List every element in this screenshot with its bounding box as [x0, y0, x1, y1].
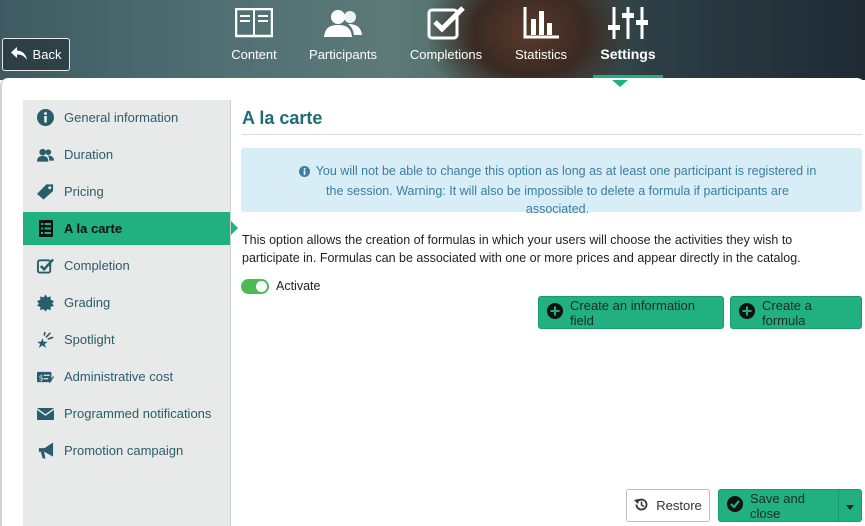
sidebar-item-duration[interactable]: Duration	[23, 138, 230, 171]
tab-completions-label: Completions	[409, 47, 483, 62]
info-icon	[298, 164, 310, 182]
sliders-icon	[608, 4, 648, 42]
info-alert-text: You will not be able to change this opti…	[315, 164, 817, 216]
sidebar-item-label: General information	[64, 110, 179, 125]
megaphone-icon	[37, 442, 54, 459]
sidebar-item-label: Pricing	[64, 184, 104, 199]
money-icon: $	[37, 368, 54, 385]
info-alert: You will not be able to change this opti…	[241, 148, 862, 216]
save-and-close-label: Save and close	[750, 490, 805, 521]
check-circle-icon	[727, 496, 743, 515]
sidebar-item-completion[interactable]: Completion	[23, 249, 230, 282]
info-circle-icon	[37, 109, 54, 126]
tab-content-label: Content	[231, 47, 277, 62]
users-icon	[324, 4, 362, 42]
toggle-knob	[256, 281, 267, 292]
restore-button[interactable]: Restore	[626, 489, 710, 522]
option-description: This option allows the creation of formu…	[242, 233, 801, 265]
svg-text:$: $	[39, 373, 44, 382]
plus-circle-icon	[547, 303, 563, 322]
badge-icon	[37, 294, 54, 311]
create-formula-label: Create a formula	[762, 297, 812, 328]
create-information-field-label: Create an information field	[570, 297, 696, 328]
activate-toggle[interactable]	[241, 279, 269, 294]
caret-down-icon	[846, 498, 854, 513]
header-bar: Back Content Participants Completions St…	[0, 0, 865, 80]
sidebar-item-pricing[interactable]: Pricing	[23, 175, 230, 208]
sidebar-item-grading[interactable]: Grading	[23, 286, 230, 319]
create-formula-button[interactable]: Create a formula	[730, 296, 862, 329]
save-and-close-button[interactable]: Save and close	[718, 489, 862, 522]
tab-content[interactable]: Content	[226, 0, 282, 80]
check-square-icon	[37, 257, 54, 274]
back-label: Back	[32, 47, 62, 62]
checkbox-icon	[427, 4, 465, 42]
sidebar-item-administrative-cost[interactable]: $ Administrative cost	[23, 360, 230, 393]
tag-icon	[37, 183, 54, 200]
restore-label: Restore	[656, 498, 702, 513]
sidebar-item-promotion-campaign[interactable]: Promotion campaign	[23, 434, 230, 467]
sidebar-item-programmed-notifications[interactable]: Programmed notifications	[23, 397, 230, 430]
sidebar-item-label: Grading	[64, 295, 111, 310]
restore-icon	[634, 497, 649, 515]
star-spotlight-icon	[37, 331, 54, 348]
back-arrow-icon	[10, 46, 27, 63]
envelope-icon	[37, 405, 54, 422]
tab-settings[interactable]: Settings	[593, 0, 663, 80]
save-options-dropdown[interactable]	[839, 490, 861, 521]
tab-settings-label: Settings	[600, 46, 656, 62]
back-button[interactable]: Back	[2, 38, 70, 71]
sidebar-item-label: Administrative cost	[64, 369, 174, 384]
list-icon	[37, 220, 54, 237]
sidebar-item-label: Spotlight	[64, 332, 115, 347]
tab-participants[interactable]: Participants	[307, 0, 379, 80]
sidebar-item-a-la-carte[interactable]: A la carte	[23, 212, 238, 245]
sidebar-item-general-information[interactable]: General information	[23, 101, 230, 134]
tab-statistics[interactable]: Statistics	[512, 0, 570, 80]
active-tab-caret	[612, 80, 628, 87]
sidebar-item-label: Promotion campaign	[64, 443, 184, 458]
activate-label: Activate	[276, 279, 321, 293]
save-and-close-main[interactable]: Save and close	[719, 490, 839, 521]
bar-chart-icon	[523, 4, 559, 42]
sidebar-item-label: Programmed notifications	[64, 406, 212, 421]
title-divider	[242, 134, 862, 135]
sidebar-item-label: A la carte	[64, 221, 123, 236]
sidebar-item-spotlight[interactable]: Spotlight	[23, 323, 230, 356]
settings-sidebar: General information Duration Pricing A l…	[23, 100, 238, 526]
sidebar-item-label: Completion	[64, 258, 130, 273]
plus-circle-icon	[739, 303, 755, 322]
users-icon	[37, 146, 54, 163]
sidebar-item-label: Duration	[64, 147, 114, 162]
tab-completions[interactable]: Completions	[409, 0, 483, 80]
sidebar-divider	[230, 100, 231, 526]
tab-statistics-label: Statistics	[514, 47, 567, 62]
page-title: A la carte	[242, 108, 323, 128]
book-icon	[235, 4, 273, 42]
tab-participants-label: Participants	[309, 47, 377, 62]
create-information-field-button[interactable]: Create an information field	[538, 296, 724, 329]
